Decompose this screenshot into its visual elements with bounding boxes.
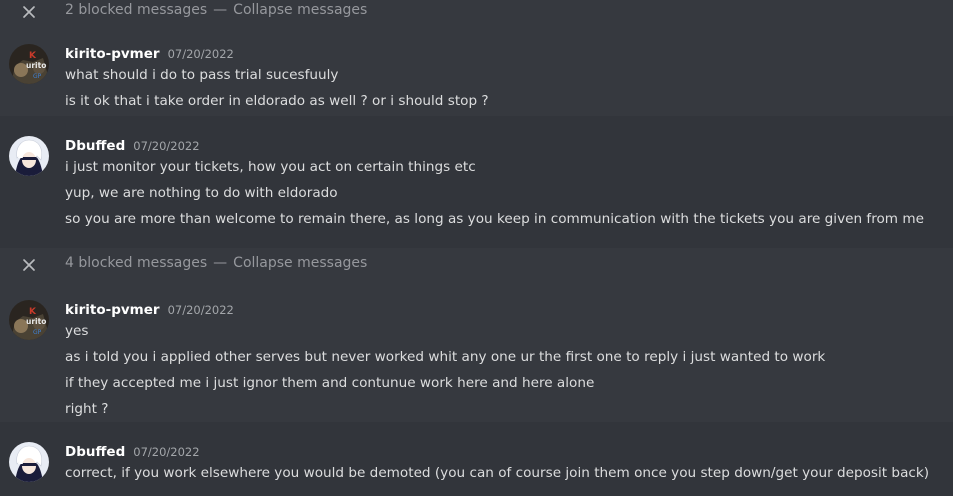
- username[interactable]: Dbuffed: [65, 138, 125, 154]
- message-text: what should i do to pass trial sucesfuul…: [65, 67, 339, 83]
- svg-text:K: K: [29, 307, 37, 317]
- blocked-messages-bar: 2 blocked messages — Collapse messages: [0, 0, 953, 24]
- message-text: so you are more than welcome to remain t…: [65, 211, 924, 227]
- message-group: K urito GP kirito-pvmer 07/20/2022 yes a…: [0, 290, 953, 422]
- avatar[interactable]: [9, 442, 49, 482]
- svg-text:K: K: [29, 51, 37, 61]
- separator: —: [213, 2, 228, 18]
- message-header: kirito-pvmer 07/20/2022: [65, 46, 234, 62]
- avatar[interactable]: [9, 136, 49, 176]
- timestamp: 07/20/2022: [167, 303, 234, 317]
- blocked-messages-text: 4 blocked messages — Collapse messages: [65, 255, 367, 271]
- close-icon[interactable]: [21, 257, 37, 273]
- svg-text:urito: urito: [26, 317, 46, 326]
- message-text: yes: [65, 323, 89, 339]
- collapse-messages-link[interactable]: Collapse messages: [233, 255, 367, 271]
- close-icon[interactable]: [21, 4, 37, 20]
- blocked-messages-bar: 4 blocked messages — Collapse messages: [0, 253, 953, 277]
- blocked-count: 4 blocked messages: [65, 255, 208, 271]
- timestamp: 07/20/2022: [133, 139, 200, 153]
- timestamp: 07/20/2022: [133, 445, 200, 459]
- message-text: if they accepted me i just ignor them an…: [65, 375, 595, 391]
- blocked-messages-text: 2 blocked messages — Collapse messages: [65, 2, 367, 18]
- timestamp: 07/20/2022: [167, 47, 234, 61]
- message-header: Dbuffed 07/20/2022: [65, 444, 200, 460]
- username[interactable]: kirito-pvmer: [65, 46, 160, 62]
- message-group: Dbuffed 07/20/2022 i just monitor your t…: [0, 116, 953, 248]
- message-group: K urito GP kirito-pvmer 07/20/2022 what …: [0, 36, 953, 116]
- message-text: right ?: [65, 401, 109, 417]
- message-header: Dbuffed 07/20/2022: [65, 138, 200, 154]
- svg-text:GP: GP: [33, 73, 42, 80]
- username[interactable]: kirito-pvmer: [65, 302, 160, 318]
- username[interactable]: Dbuffed: [65, 444, 125, 460]
- collapse-messages-link[interactable]: Collapse messages: [233, 2, 367, 18]
- svg-text:GP: GP: [33, 329, 42, 336]
- message-text: correct, if you work elsewhere you would…: [65, 465, 930, 481]
- message-text: as i told you i applied other serves but…: [65, 349, 826, 365]
- message-text: yup, we are nothing to do with eldorado: [65, 185, 338, 201]
- avatar[interactable]: K urito GP: [9, 300, 49, 340]
- message-header: kirito-pvmer 07/20/2022: [65, 302, 234, 318]
- message-text: i just monitor your tickets, how you act…: [65, 159, 476, 175]
- separator: —: [213, 255, 228, 271]
- avatar[interactable]: K urito GP: [9, 44, 49, 84]
- message-text: is it ok that i take order in eldorado a…: [65, 93, 489, 109]
- message-group: Dbuffed 07/20/2022 correct, if you work …: [0, 422, 953, 496]
- blocked-count: 2 blocked messages: [65, 2, 208, 18]
- svg-text:urito: urito: [26, 61, 46, 70]
